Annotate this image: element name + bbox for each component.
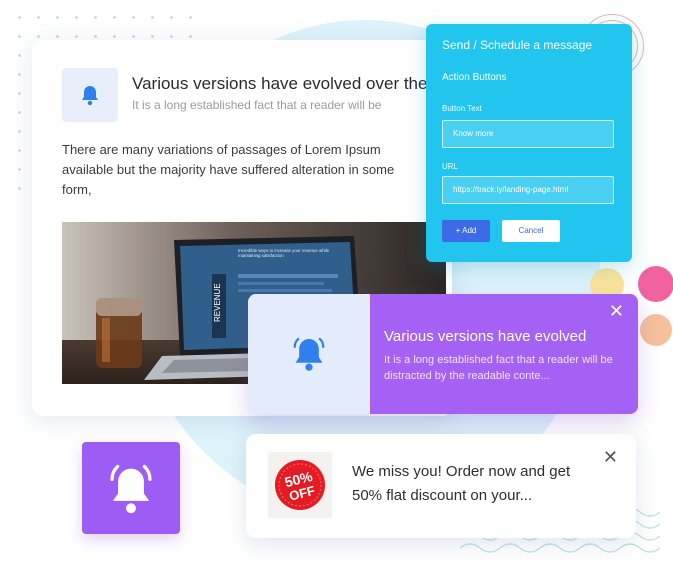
notification-icon-box — [248, 294, 370, 414]
notification-content: Various versions have evolved It is a lo… — [370, 294, 638, 414]
bell-icon — [110, 464, 152, 514]
article-body: There are many variations of passages of… — [62, 142, 395, 197]
notification-message: It is a long established fact that a rea… — [384, 354, 613, 382]
discount-badge-icon: 50% OFF — [275, 460, 325, 510]
laptop-screen-caption: Incredible ways to increase your revenue… — [238, 248, 330, 259]
decorative-circle-pink — [638, 266, 673, 302]
url-label: URL — [442, 162, 459, 171]
panel-title: Send / Schedule a message — [442, 38, 593, 52]
url-input[interactable]: https://track.ly/landing-page.html — [442, 176, 614, 204]
notification-title: Various versions have evolved — [384, 328, 587, 345]
bell-tile — [82, 442, 180, 534]
panel-section-heading: Action Buttons — [442, 72, 507, 83]
article-icon-box — [62, 68, 118, 122]
article-subtitle: It is a long established fact that a rea… — [132, 98, 382, 112]
close-icon[interactable]: ✕ — [603, 448, 618, 466]
decorative-circle-peach — [640, 314, 672, 346]
button-text-label: Button Text — [442, 104, 482, 113]
bell-icon — [293, 337, 325, 371]
bell-icon — [82, 86, 98, 106]
push-notification[interactable]: Various versions have evolved It is a lo… — [248, 294, 638, 414]
button-text-input[interactable]: Know more — [442, 120, 614, 148]
cancel-button[interactable]: Cancel — [502, 220, 560, 242]
offer-notification[interactable]: 50% OFF We miss you! Order now and get 5… — [246, 434, 636, 538]
close-icon[interactable]: ✕ — [609, 302, 624, 320]
offer-badge-box: 50% OFF — [268, 452, 332, 518]
offer-message: We miss you! Order now and get 50% flat … — [352, 463, 571, 504]
laptop-screen-label: REVENUE — [213, 283, 222, 322]
add-button[interactable]: + Add — [442, 220, 490, 242]
schedule-message-panel: Send / Schedule a message Action Buttons… — [426, 24, 632, 262]
article-title: Various versions have evolved over the..… — [132, 74, 442, 93]
